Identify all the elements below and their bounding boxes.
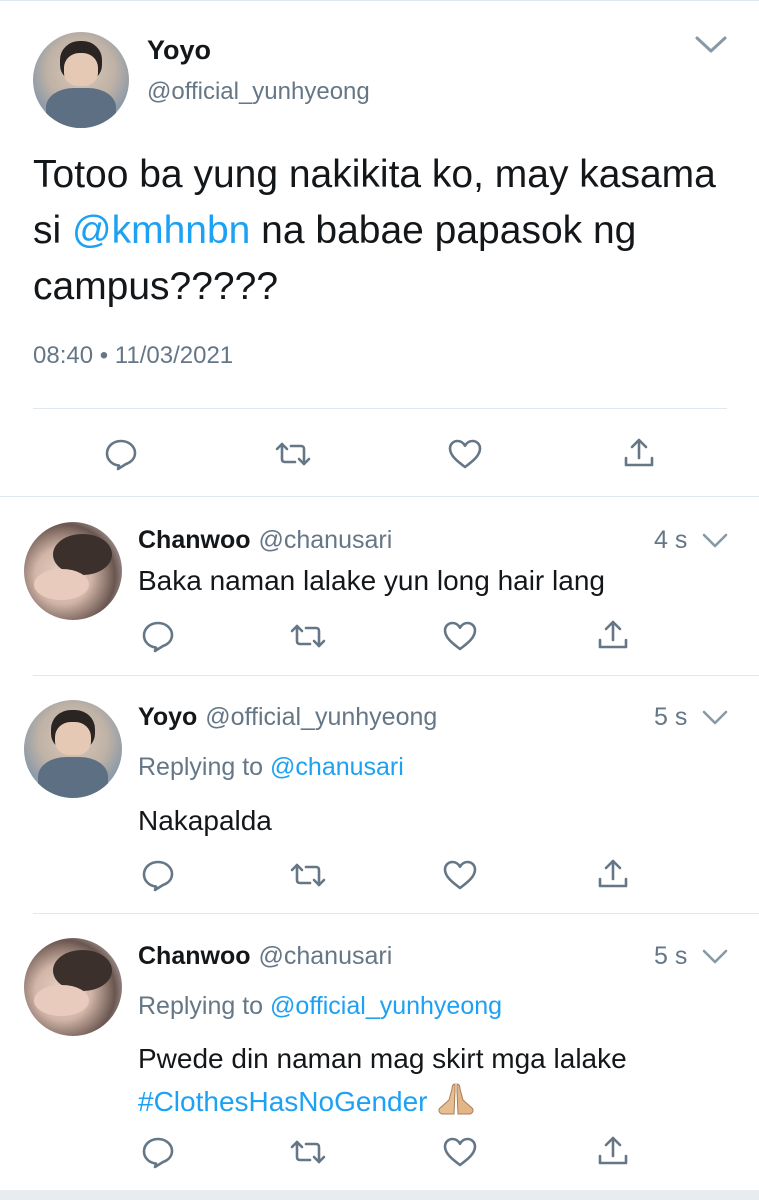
reply-name[interactable]: Yoyo xyxy=(138,703,197,731)
retweet-icon[interactable] xyxy=(289,1138,327,1166)
avatar-chanwoo[interactable] xyxy=(24,938,122,1036)
share-icon[interactable] xyxy=(622,436,656,470)
reply-time: 5 s xyxy=(654,703,688,731)
top-divider xyxy=(0,0,759,1)
share-icon[interactable] xyxy=(596,857,630,891)
main-tweet-text: Totoo ba yung nakikita ko, may kasama si… xyxy=(33,147,723,315)
chevron-down-icon[interactable] xyxy=(694,34,728,61)
reply-handle[interactable]: @official_yunhyeong xyxy=(205,703,437,731)
like-icon[interactable] xyxy=(442,620,478,652)
reply-divider xyxy=(33,675,759,676)
replying-to-link[interactable]: @chanusari xyxy=(270,753,404,781)
chevron-down-icon[interactable] xyxy=(702,709,728,732)
replying-to: Replying to @chanusari xyxy=(138,753,404,782)
replying-to-label: Replying to xyxy=(138,753,264,781)
share-icon[interactable] xyxy=(596,1134,630,1168)
main-tweet-divider xyxy=(33,408,727,409)
avatar-yoyo[interactable] xyxy=(24,700,122,798)
mention-link[interactable]: @kmhnbn xyxy=(72,209,250,252)
reply-time: 5 s xyxy=(654,942,688,970)
hashtag-link[interactable]: #ClothesHasNoGender xyxy=(138,1086,428,1117)
share-icon[interactable] xyxy=(596,618,630,652)
reply-text: Baka naman lalake yun long hair lang xyxy=(138,565,605,596)
reply-header: Chanwoo @chanusari xyxy=(138,942,392,971)
reply-handle[interactable]: @chanusari xyxy=(259,526,393,554)
chevron-down-icon[interactable] xyxy=(702,532,728,555)
reply-name[interactable]: Chanwoo xyxy=(138,942,251,970)
reply-text: Nakapalda xyxy=(138,805,272,836)
main-tweet-name[interactable]: Yoyo xyxy=(147,35,211,66)
reply-text: Pwede din naman mag skirt mga lalake #Clo… xyxy=(138,1037,738,1129)
retweet-icon[interactable] xyxy=(289,622,327,650)
reply-time: 4 s xyxy=(654,526,688,554)
thread-divider xyxy=(0,496,759,497)
reply-icon[interactable] xyxy=(141,1135,175,1169)
like-icon[interactable] xyxy=(442,1136,478,1168)
like-icon[interactable] xyxy=(442,859,478,891)
reply-header: Yoyo @official_yunhyeong xyxy=(138,703,437,732)
reply-icon[interactable] xyxy=(141,619,175,653)
reply-divider xyxy=(33,913,759,914)
like-icon[interactable] xyxy=(447,438,483,470)
retweet-icon[interactable] xyxy=(274,440,312,468)
folded-hands-icon xyxy=(434,1081,478,1129)
reply-handle[interactable]: @chanusari xyxy=(259,942,393,970)
replying-to-link[interactable]: @official_yunhyeong xyxy=(270,992,502,1020)
reply-header: Chanwoo @chanusari xyxy=(138,526,392,555)
chevron-down-icon[interactable] xyxy=(702,948,728,971)
reply-text-body: Pwede din naman mag skirt mga lalake xyxy=(138,1043,627,1074)
replying-to-label: Replying to xyxy=(138,992,264,1020)
retweet-icon[interactable] xyxy=(289,861,327,889)
reply-icon[interactable] xyxy=(141,858,175,892)
main-tweet-handle[interactable]: @official_yunhyeong xyxy=(147,78,370,106)
reply-icon[interactable] xyxy=(104,437,138,471)
main-tweet-timestamp: 08:40 • 11/03/2021 xyxy=(33,342,234,369)
avatar-yoyo[interactable] xyxy=(33,32,129,128)
avatar-chanwoo[interactable] xyxy=(24,522,122,620)
reply-name[interactable]: Chanwoo xyxy=(138,526,251,554)
bottom-separator xyxy=(0,1190,759,1200)
replying-to: Replying to @official_yunhyeong xyxy=(138,992,502,1021)
